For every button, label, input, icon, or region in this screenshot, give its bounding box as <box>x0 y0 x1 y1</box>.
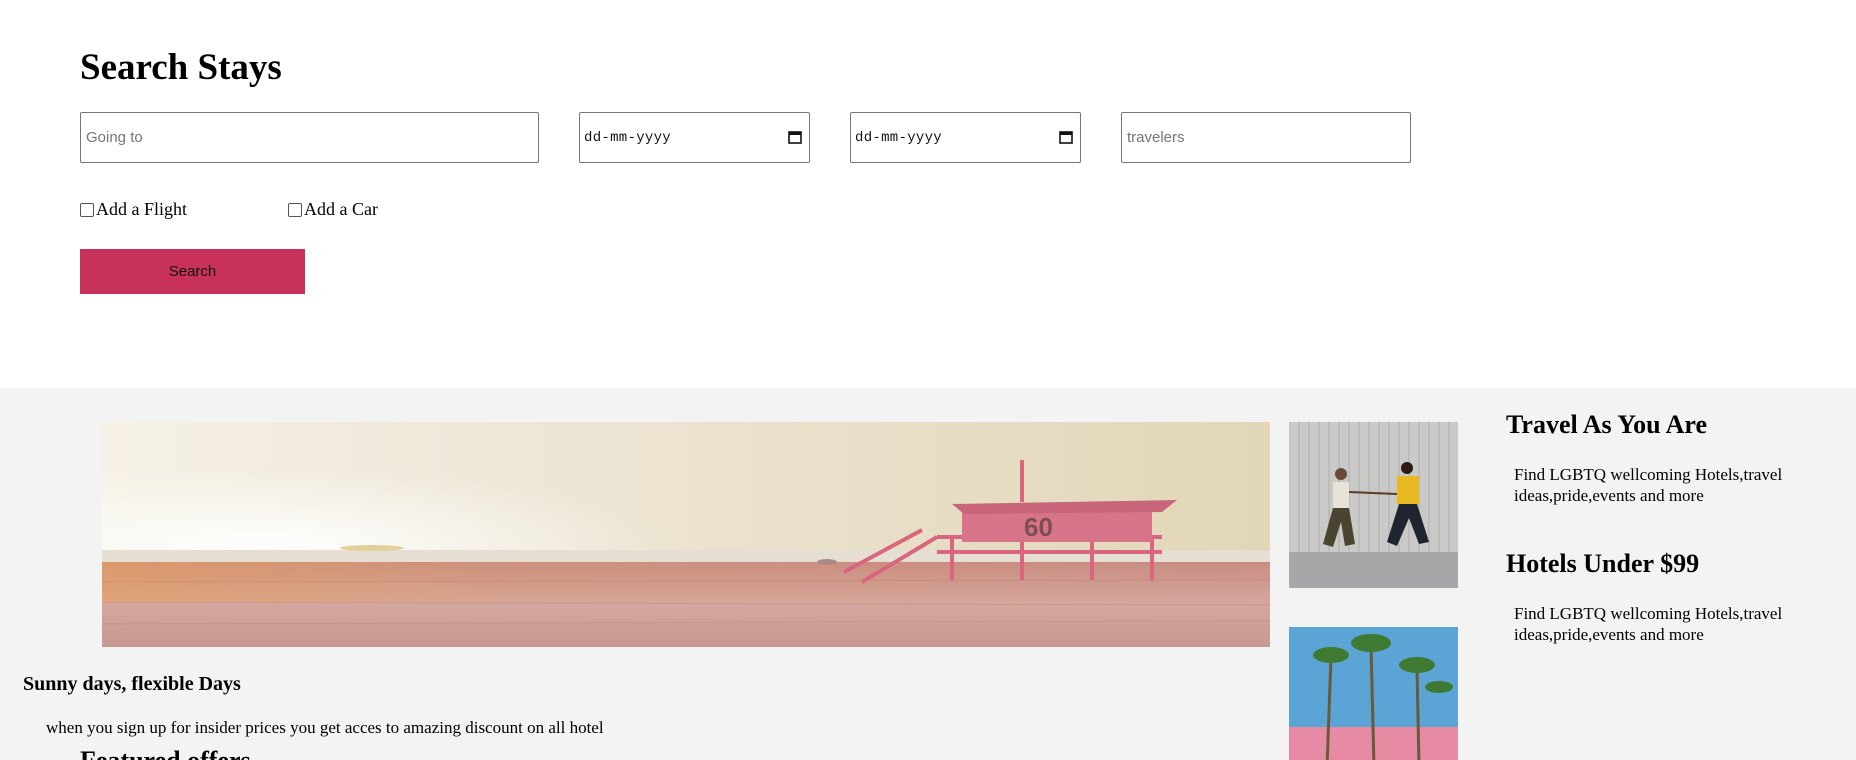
promo-text: when you sign up for insider prices you … <box>46 718 604 737</box>
page-title: Search Stays <box>80 47 282 88</box>
palm-trees-image <box>1289 627 1458 760</box>
promo-title: Sunny days, flexible Days <box>23 673 241 695</box>
travelers-input[interactable] <box>1122 113 1410 162</box>
search-stays-section: Search Stays dd-mm-yyyy dd-mm-yyyy Add a… <box>0 0 1856 388</box>
palm-trees-hotel-photo <box>1289 627 1458 760</box>
couple-running-photo <box>1289 422 1458 588</box>
travelers-field[interactable] <box>1121 112 1411 163</box>
add-car-option[interactable]: Add a Car <box>288 199 378 220</box>
add-car-label: Add a Car <box>304 199 378 219</box>
add-flight-option[interactable]: Add a Flight <box>80 199 187 220</box>
search-button[interactable]: Search <box>80 249 305 294</box>
checkin-date-value: dd-mm-yyyy <box>584 130 672 146</box>
checkout-date-value: dd-mm-yyyy <box>855 130 943 146</box>
going-to-field[interactable] <box>80 112 539 163</box>
checkin-date-field[interactable]: dd-mm-yyyy <box>579 112 810 163</box>
checkout-date-field[interactable]: dd-mm-yyyy <box>850 112 1081 163</box>
going-to-input[interactable] <box>81 113 538 162</box>
lifeguard-tower-photo: 60 <box>102 422 1270 647</box>
add-flight-checkbox[interactable] <box>80 202 94 217</box>
add-flight-label: Add a Flight <box>96 199 188 219</box>
tower-number: 60 <box>1024 512 1053 542</box>
add-car-checkbox[interactable] <box>288 202 302 217</box>
travel-as-you-are-text: Find LGBTQ wellcoming Hotels,travel idea… <box>1514 465 1783 505</box>
calendar-icon[interactable] <box>1059 130 1073 144</box>
travel-as-you-are-title: Travel As You Are <box>1506 410 1708 439</box>
calendar-icon[interactable] <box>788 130 802 144</box>
featured-offers-title: Featured offers <box>80 746 251 760</box>
beach-hero-image: 60 <box>102 422 1270 647</box>
promo-section: 60 Sunny days, flexible Days when you si… <box>0 388 1856 760</box>
couple-running-image <box>1289 422 1458 588</box>
hotels-under-99-title: Hotels Under $99 <box>1506 549 1700 578</box>
hotels-under-99-text: Find LGBTQ wellcoming Hotels,travel idea… <box>1514 604 1783 644</box>
